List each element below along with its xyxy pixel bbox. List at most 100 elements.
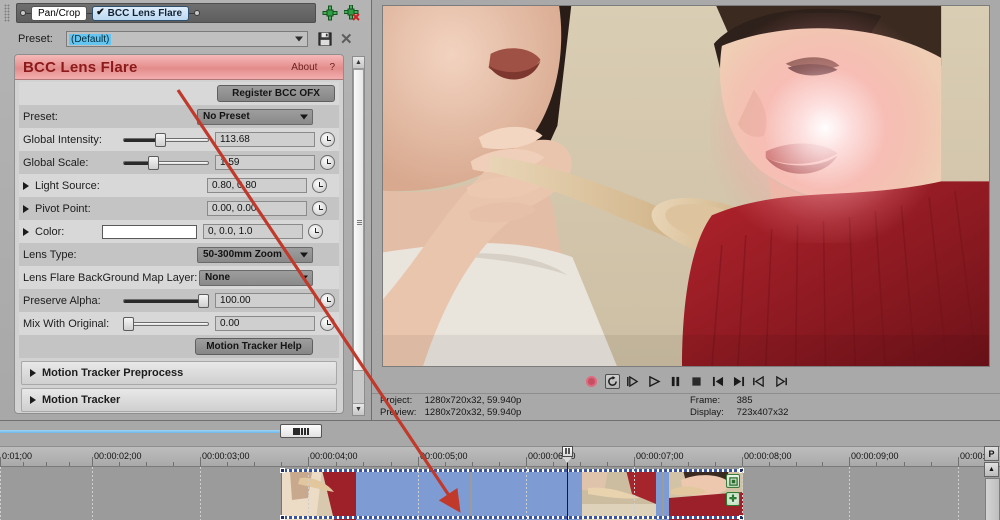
preset-combobox[interactable]: (Default) <box>66 31 308 47</box>
keyframe-clock-icon[interactable] <box>312 201 327 216</box>
step-back-button[interactable] <box>752 374 767 389</box>
ruler-major-tick <box>958 457 959 466</box>
help-button[interactable]: ? <box>329 62 335 73</box>
expand-triangle-icon[interactable] <box>30 369 36 377</box>
chain-tab-pan-crop[interactable]: Pan/Crop <box>31 5 88 21</box>
preset-dropdown[interactable]: No Preset <box>197 108 313 125</box>
param-label-lens-type: Lens Type: <box>23 248 77 261</box>
effects-panel: Pan/Crop ✔ BCC Lens Flare Preset: (Defau… <box>0 0 372 420</box>
preserve-alpha-value[interactable]: 100.00 <box>215 293 315 308</box>
chain-output-node[interactable] <box>194 10 201 16</box>
scroll-up-arrow-icon[interactable]: ▲ <box>353 57 364 69</box>
timeline-vertical-scrollbar[interactable] <box>985 478 1000 520</box>
previous-frame-button[interactable] <box>710 374 725 389</box>
checkmark-icon[interactable]: ✔ <box>96 8 104 18</box>
play-button[interactable] <box>647 374 662 389</box>
keyframe-clock-icon[interactable] <box>320 316 335 331</box>
selection-handle-tl[interactable] <box>280 468 285 473</box>
pause-button[interactable] <box>668 374 683 389</box>
scroll-up-button[interactable]: ▲ <box>984 462 999 477</box>
next-frame-button[interactable] <box>731 374 746 389</box>
plug-add-icon[interactable] <box>322 5 338 21</box>
expand-triangle-icon[interactable] <box>23 204 29 213</box>
pin-button[interactable]: P <box>984 446 999 461</box>
pivot-point-value[interactable]: 0.00, 0.00 <box>207 201 307 216</box>
color-swatch[interactable] <box>102 224 197 239</box>
mix-with-original-value[interactable]: 0.00 <box>215 316 315 331</box>
save-disk-icon[interactable] <box>318 32 332 46</box>
panel-drag-grip[interactable] <box>4 4 10 22</box>
slider-knob[interactable] <box>155 132 166 147</box>
ruler-minor-tick <box>688 462 689 466</box>
chevron-down-icon[interactable] <box>300 252 308 257</box>
scrollbar-thumb[interactable] <box>353 69 364 371</box>
param-row-mix-with-original: Mix With Original: 0.00 <box>19 312 339 335</box>
global-scale-text: 1.59 <box>220 157 240 168</box>
global-intensity-value[interactable]: 113.68 <box>215 132 315 147</box>
scroll-down-arrow-icon[interactable]: ▼ <box>353 403 364 415</box>
keyframe-clock-icon[interactable] <box>320 132 335 147</box>
keyframe-clock-icon[interactable] <box>320 293 335 308</box>
plug-remove-icon[interactable] <box>344 5 360 21</box>
motion-tracker-help-button[interactable]: Motion Tracker Help <box>195 338 313 355</box>
step-back-icon <box>753 375 764 387</box>
chevron-down-icon[interactable] <box>300 275 308 280</box>
timeline-scroll-strip[interactable] <box>0 421 1000 446</box>
selection-handle-bl[interactable] <box>280 515 285 520</box>
timeline-scroll-handle[interactable] <box>280 424 322 438</box>
preserve-alpha-slider[interactable] <box>123 293 209 308</box>
keyframe-clock-icon[interactable] <box>320 155 335 170</box>
record-button[interactable] <box>584 374 599 389</box>
effects-panel-scrollbar[interactable]: ▲ ▼ <box>352 56 365 416</box>
slider-knob[interactable] <box>148 155 159 170</box>
group-motion-tracker[interactable]: Motion Tracker <box>21 388 337 412</box>
ruler-major-tick <box>742 457 743 466</box>
param-label-color: Color: <box>35 225 65 238</box>
expand-triangle-icon[interactable] <box>23 227 29 236</box>
lens-type-dropdown[interactable]: 50-300mm Zoom <box>197 246 313 263</box>
light-source-value[interactable]: 0.80, 0.80 <box>207 178 307 193</box>
ruler-minor-tick <box>69 462 70 466</box>
chevron-down-icon[interactable] <box>295 36 303 42</box>
param-row-global-scale: Global Scale: 1.59 <box>19 151 339 174</box>
ruler-timecode-label: 00:00:05;00 <box>420 451 468 461</box>
track-grid-line <box>526 467 527 520</box>
play-from-start-button[interactable] <box>626 374 641 389</box>
preserve-alpha-text: 100.00 <box>220 295 251 306</box>
global-scale-value[interactable]: 1.59 <box>215 155 315 170</box>
global-intensity-slider[interactable] <box>123 132 209 147</box>
global-scale-slider[interactable] <box>123 155 209 170</box>
about-link[interactable]: About <box>291 62 317 73</box>
color-value[interactable]: 0, 0.0, 1.0 <box>203 224 303 239</box>
register-bcc-ofx-button[interactable]: Register BCC OFX <box>217 85 335 102</box>
clip-selection-group[interactable] <box>280 468 744 520</box>
bg-map-layer-dropdown[interactable]: None <box>199 269 313 286</box>
loop-button[interactable] <box>605 373 620 389</box>
timeline-playhead[interactable] <box>562 446 573 463</box>
timeline-scroll-range[interactable] <box>0 428 289 435</box>
chain-tab-bcc-lens-flare[interactable]: ✔ BCC Lens Flare <box>92 5 190 21</box>
timeline-track-area[interactable] <box>0 467 1000 520</box>
mix-with-original-slider[interactable] <box>123 316 209 331</box>
stop-button[interactable] <box>689 374 704 389</box>
group-motion-tracker-preprocess[interactable]: Motion Tracker Preprocess <box>21 361 337 385</box>
timeline-clip-3[interactable] <box>664 470 743 520</box>
close-x-icon[interactable]: ✕ <box>340 32 353 47</box>
timeline-clip-1[interactable] <box>282 470 470 520</box>
expand-triangle-icon[interactable] <box>30 396 36 404</box>
slider-knob[interactable] <box>123 316 134 331</box>
video-preview-frame[interactable] <box>382 5 990 367</box>
keyframe-clock-icon[interactable] <box>312 178 327 193</box>
ruler-minor-tick <box>281 462 282 466</box>
slider-knob[interactable] <box>198 293 209 308</box>
ruler-timecode-label: 00:00:04;00 <box>310 451 358 461</box>
keyframe-clock-icon[interactable] <box>308 224 323 239</box>
chevron-down-icon[interactable] <box>300 114 308 119</box>
timeline-ruler[interactable]: 0:01;00 00:00:02;00 00:00:03;00 00:00:04;00… <box>0 446 1000 467</box>
group-label-motion-tracker: Motion Tracker <box>42 394 121 406</box>
clip-event-fx-icon[interactable] <box>726 474 740 488</box>
clip-pan-crop-icon[interactable] <box>726 492 740 506</box>
expand-triangle-icon[interactable] <box>23 181 29 190</box>
param-label-bg-map-layer: Lens Flare BackGround Map Layer: <box>23 271 198 284</box>
step-forward-button[interactable] <box>773 374 788 389</box>
